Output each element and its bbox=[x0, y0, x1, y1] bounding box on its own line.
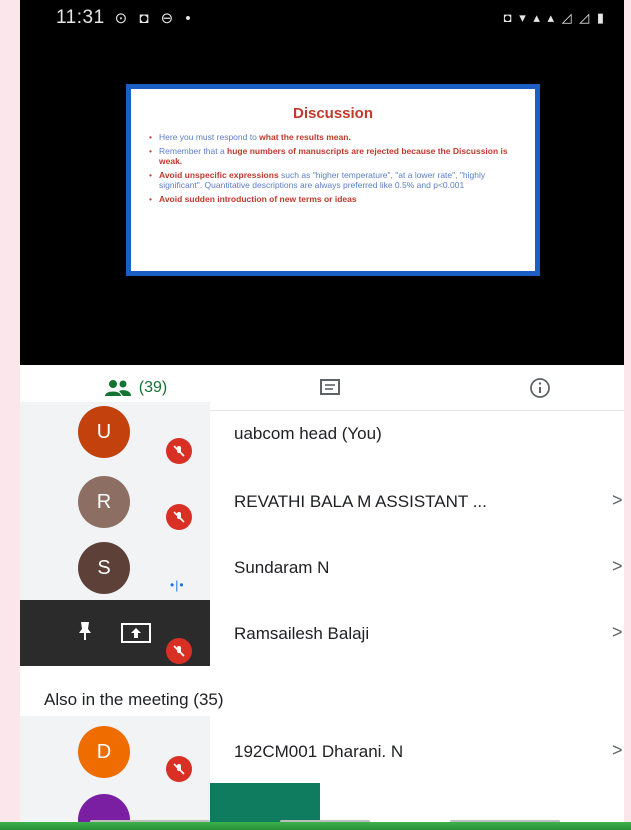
slide-bullet: Avoid unspecific expressions such as "hi… bbox=[149, 170, 517, 190]
also-in-meeting-header: Also in the meeting (35) bbox=[44, 690, 224, 709]
mic-off-icon bbox=[166, 756, 192, 782]
avatar: D bbox=[78, 726, 130, 778]
participant-name: 192CM001 Dharani. N bbox=[234, 742, 404, 761]
participant-name: REVATHI BALA M ASSISTANT ... bbox=[234, 492, 487, 511]
avatar: S bbox=[78, 542, 130, 594]
phone-screen: 11:31 ⊙ ◘ ⊖ • ◘ ▾ ▴ ▴ ◿ ◿ ▮ Discussion H… bbox=[20, 0, 624, 830]
people-icon bbox=[104, 380, 131, 396]
chevron-right-icon[interactable]: > bbox=[612, 740, 623, 761]
presenting-icon bbox=[121, 623, 151, 643]
chevron-right-icon[interactable]: > bbox=[612, 622, 623, 643]
chevron-right-icon[interactable]: > bbox=[612, 556, 623, 577]
pin-icon[interactable] bbox=[74, 620, 96, 642]
participant-row[interactable]: U uabcom head (You) bbox=[20, 402, 624, 468]
participant-row[interactable]: D 192CM001 Dharani. N > bbox=[20, 716, 624, 782]
mic-off-icon bbox=[166, 438, 192, 464]
status-bar: 11:31 ⊙ ◘ ⊖ • ◘ ▾ ▴ ▴ ◿ ◿ ▮ bbox=[20, 0, 624, 36]
system-icons: ◘ ▾ ▴ ▴ ◿ ◿ ▮ bbox=[503, 10, 606, 25]
notification-icons: ⊙ ◘ ⊖ • bbox=[114, 10, 195, 27]
people-count: (39) bbox=[138, 379, 168, 396]
participant-name: Ramsailesh Balaji bbox=[234, 624, 370, 643]
slide-bullet: Remember that a huge numbers of manuscri… bbox=[149, 146, 517, 166]
clock: 11:31 bbox=[56, 7, 105, 28]
participant-row[interactable]: S •|• Sundaram N > bbox=[20, 534, 624, 600]
slide-title: Discussion bbox=[292, 105, 374, 122]
chevron-right-icon[interactable]: > bbox=[612, 490, 623, 511]
bottom-green-bar bbox=[0, 822, 631, 830]
shared-screen-video[interactable]: 11:31 ⊙ ◘ ⊖ • ◘ ▾ ▴ ▴ ◿ ◿ ▮ Discussion H… bbox=[20, 0, 624, 365]
speaking-indicator-icon: •|• bbox=[170, 578, 185, 592]
chat-icon bbox=[320, 379, 340, 395]
participant-name: uabcom head (You) bbox=[234, 424, 382, 443]
participant-row[interactable]: Ramsailesh Balaji > bbox=[20, 600, 624, 666]
slide-bullets: Here you must respond to what the result… bbox=[149, 132, 517, 204]
presentation-slide: Discussion Here you must respond to what… bbox=[126, 84, 540, 276]
participant-name: Sundaram N bbox=[234, 558, 330, 577]
mic-off-icon bbox=[166, 638, 192, 664]
slide-bullet: Avoid sudden introduction of new terms o… bbox=[149, 194, 517, 204]
info-icon bbox=[530, 378, 550, 398]
mic-off-icon bbox=[166, 504, 192, 530]
avatar: R bbox=[78, 476, 130, 528]
avatar: U bbox=[78, 406, 130, 458]
slide-bullet: Here you must respond to what the result… bbox=[149, 132, 517, 142]
participant-row[interactable]: R REVATHI BALA M ASSISTANT ... > bbox=[20, 468, 624, 534]
